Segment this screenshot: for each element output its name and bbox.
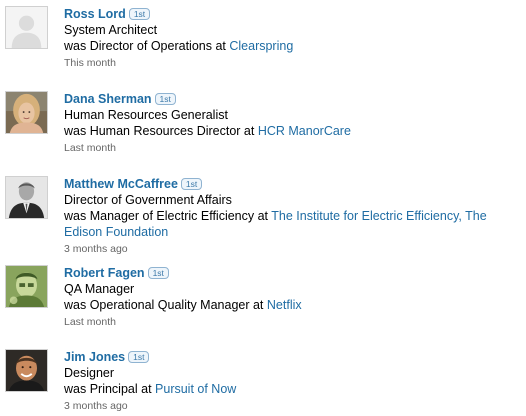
connection-updates-list: Ross Lord 1st System Architect was Direct… <box>0 0 526 416</box>
profile-photo[interactable] <box>5 349 48 392</box>
name-line: Dana Sherman 1st <box>64 90 524 107</box>
profile-photo-graphic <box>6 177 47 218</box>
profile-name-link[interactable]: Dana Sherman <box>64 92 152 106</box>
current-title: Designer <box>64 366 115 380</box>
past-position: was Manager of Electric Efficiency at Th… <box>64 208 524 240</box>
profile-name-link[interactable]: Ross Lord <box>64 7 126 21</box>
connection-degree-badge: 1st <box>128 351 150 363</box>
current-title: System Architect <box>64 23 158 37</box>
name-line: Ross Lord 1st <box>64 5 524 22</box>
entry-content: Ross Lord 1st System Architect was Direct… <box>64 5 524 71</box>
past-position: was Operational Quality Manager at Netfl… <box>64 297 524 313</box>
profile-photo-graphic <box>6 350 47 391</box>
profile-name-link[interactable]: Robert Fagen <box>64 266 145 280</box>
ghost-avatar-graphic <box>6 7 47 48</box>
profile-photo[interactable] <box>5 91 48 134</box>
past-position: was Director of Operations at Clearsprin… <box>64 38 524 54</box>
name-line: Jim Jones 1st <box>64 348 524 365</box>
current-title: Director of Government Affairs <box>64 193 232 207</box>
update-timestamp: 3 months ago <box>64 400 128 412</box>
update-timestamp: This month <box>64 57 116 69</box>
profile-photo[interactable] <box>5 176 48 219</box>
connection-degree-badge: 1st <box>147 267 169 279</box>
current-title: Human Resources Generalist <box>64 108 228 122</box>
update-timestamp: 3 months ago <box>64 243 128 255</box>
connection-degree-badge: 1st <box>154 93 176 105</box>
company-link[interactable]: Netflix <box>267 298 302 312</box>
company-link[interactable]: HCR ManorCare <box>258 124 351 138</box>
ghost-avatar-icon[interactable] <box>5 6 48 49</box>
past-position-text: was Principal at <box>64 382 152 396</box>
past-position: was Human Resources Director at HCR Mano… <box>64 123 524 139</box>
profile-photo-graphic <box>6 92 47 133</box>
entry-content: Matthew McCaffree 1st Director of Governm… <box>64 175 524 257</box>
connection-degree-badge: 1st <box>180 178 203 190</box>
name-line: Matthew McCaffree 1st <box>64 175 524 192</box>
name-line: Robert Fagen 1st <box>64 264 524 281</box>
company-link[interactable]: Clearspring <box>229 39 293 53</box>
entry-content: Robert Fagen 1st QA Manager was Operation… <box>64 264 524 330</box>
profile-photo[interactable] <box>5 265 48 308</box>
current-title: QA Manager <box>64 282 135 296</box>
past-position: was Principal at Pursuit of Now <box>64 381 524 397</box>
past-position-text: was Human Resources Director at <box>64 124 255 138</box>
update-timestamp: Last month <box>64 142 116 154</box>
past-position-text: was Operational Quality Manager at <box>64 298 264 312</box>
profile-name-link[interactable]: Jim Jones <box>64 350 125 364</box>
profile-name-link[interactable]: Matthew McCaffree <box>64 177 178 191</box>
past-position-text: was Director of Operations at <box>64 39 226 53</box>
connection-degree-badge: 1st <box>128 8 151 20</box>
company-link[interactable]: Pursuit of Now <box>155 382 236 396</box>
profile-photo-graphic <box>6 266 47 307</box>
entry-content: Dana Sherman 1st Human Resources Generali… <box>64 90 524 156</box>
entry-content: Jim Jones 1st Designer was Principal at P… <box>64 348 524 414</box>
update-timestamp: Last month <box>64 316 116 328</box>
past-position-text: was Manager of Electric Efficiency at <box>64 209 269 223</box>
